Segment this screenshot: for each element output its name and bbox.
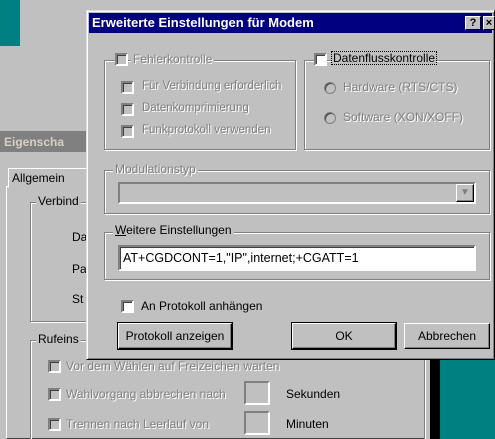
modulation-label: Modulationstyp [113, 162, 198, 176]
required-checkbox[interactable] [121, 81, 134, 94]
cancel-dial-seconds-field[interactable] [244, 381, 270, 405]
cellular-checkbox[interactable] [121, 125, 134, 138]
background-window-edge [430, 352, 440, 439]
wait-tone-label: Vor dem Wählen auf Freizeichen warten [66, 359, 280, 373]
compression-checkbox[interactable] [121, 103, 134, 116]
cancel-dial-label: Wahlvorgang abbrechen nach [66, 387, 226, 401]
cellular-label: Funkprotokoll verwenden [142, 124, 271, 136]
hardware-radio[interactable] [324, 82, 336, 94]
required-label: Für Verbindung erforderlich [142, 80, 282, 92]
software-radio[interactable] [324, 112, 336, 124]
minutes-unit: Minuten [286, 417, 329, 431]
cancel-button[interactable]: Abbrechen [404, 323, 490, 349]
flow-control-checkbox[interactable] [314, 53, 327, 66]
disconnect-idle-label: Trennen nach Leerlauf von [66, 417, 209, 431]
extra-settings-label-text: eitere Einstellungen [126, 223, 232, 237]
hardware-label: Hardware (RTS/CTS) [343, 80, 458, 94]
connection-group-label: Verbind [36, 194, 81, 208]
flow-control-group [304, 60, 490, 150]
software-label: Software (XON/XOFF) [343, 110, 464, 124]
dialog-title: Erweiterte Einstellungen für Modem [89, 13, 492, 33]
dial-group-label: Rufeins [36, 332, 81, 346]
tab-general[interactable]: Allgemein [8, 168, 88, 188]
background-window-title: Eigenscha [0, 131, 100, 153]
error-control-checkbox[interactable] [115, 53, 128, 66]
compression-label: Datenkomprimierung [142, 102, 249, 114]
desktop-area-right [440, 352, 495, 439]
flow-control-label: Datenflusskontrolle [331, 51, 438, 65]
append-log-label: An Protokoll anhängen [141, 299, 263, 313]
error-control-label: Fehlerkontrolle [131, 52, 215, 66]
view-log-button[interactable]: Protokoll anzeigen [117, 322, 233, 350]
chevron-down-icon[interactable]: ▼ [456, 184, 474, 202]
bg-label-st: St [72, 292, 84, 306]
disconnect-idle-checkbox[interactable] [48, 418, 61, 431]
help-button[interactable]: ? [465, 16, 481, 30]
disconnect-idle-minutes-field[interactable] [244, 411, 270, 435]
bg-label-pa: Pa [72, 262, 87, 276]
seconds-unit: Sekunden [286, 387, 341, 401]
extra-settings-label: Weitere Einstellungen [113, 223, 234, 237]
desktop-area [0, 0, 20, 46]
wait-tone-checkbox[interactable] [48, 360, 61, 373]
ok-button[interactable]: OK [291, 322, 397, 350]
cancel-dial-checkbox[interactable] [48, 388, 61, 401]
close-button[interactable]: × [483, 16, 495, 30]
append-log-checkbox[interactable] [121, 300, 134, 313]
extra-settings-input[interactable]: AT+CGDCONT=1,"IP",internet;+CGATT=1 [118, 245, 476, 271]
modulation-select[interactable] [118, 182, 476, 204]
